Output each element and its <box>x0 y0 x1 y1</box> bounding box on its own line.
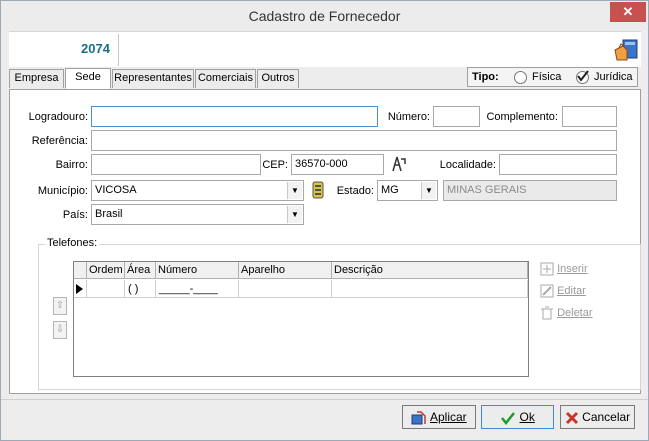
arrow-up-icon: ⇧ <box>55 300 65 311</box>
editar-label: Editar <box>557 284 586 297</box>
cancelar-label: Cancelar <box>582 410 631 424</box>
aplicar-button[interactable]: Aplicar <box>402 405 476 429</box>
header-panel: 2074 <box>9 31 641 67</box>
municipio-lookup-icon[interactable] <box>312 181 324 199</box>
cell-aparelho[interactable] <box>239 280 332 298</box>
cancel-x-icon <box>565 411 578 424</box>
move-up-button[interactable]: ⇧ <box>53 297 67 315</box>
fisica-radio[interactable] <box>514 71 527 84</box>
logradouro-field[interactable] <box>91 106 378 127</box>
tab-comerciais[interactable]: Comerciais <box>195 69 256 88</box>
header-divider <box>118 34 119 66</box>
pais-value: Brasil <box>95 208 123 220</box>
tab-outros[interactable]: Outros <box>257 69 299 88</box>
cell-descricao[interactable] <box>332 280 528 298</box>
insert-icon <box>540 262 554 276</box>
inserir-label: Inserir <box>557 262 588 275</box>
pais-label: País: <box>62 209 88 221</box>
col-descricao[interactable]: Descrição <box>332 262 528 279</box>
ok-label: Ok <box>519 410 535 424</box>
chevron-down-icon[interactable]: ▼ <box>287 182 302 199</box>
referencia-field[interactable] <box>91 130 617 151</box>
tipo-group: Tipo: Física Jurídica <box>467 67 638 87</box>
estado-value: MG <box>381 184 399 196</box>
arrow-down-icon: ⇩ <box>55 324 65 335</box>
tipo-label: Tipo: <box>472 71 499 83</box>
cancelar-button[interactable]: Cancelar <box>560 405 635 429</box>
logradouro-label: Logradouro: <box>28 111 88 123</box>
juridica-radio[interactable] <box>576 70 589 84</box>
chevron-down-icon[interactable]: ▼ <box>287 206 302 223</box>
cep-field[interactable]: 36570-000 <box>291 154 384 175</box>
col-numero[interactable]: Número <box>156 262 239 279</box>
tab-sede[interactable]: Sede <box>65 68 111 89</box>
inserir-button[interactable]: Inserir <box>540 262 588 276</box>
estado-combo[interactable]: MG ▼ <box>377 180 438 201</box>
window-title: Cadastro de Fornecedor <box>248 8 401 24</box>
juridica-label[interactable]: Jurídica <box>594 71 633 83</box>
pais-combo[interactable]: Brasil ▼ <box>91 204 304 225</box>
complemento-label: Complemento: <box>486 111 558 123</box>
chevron-down-icon[interactable]: ▼ <box>421 182 436 199</box>
estado-label: Estado: <box>336 185 374 197</box>
title-bar: Cadastro de Fornecedor ✕ <box>1 1 648 31</box>
col-area[interactable]: Área <box>125 262 156 279</box>
close-button[interactable]: ✕ <box>610 2 646 22</box>
row-pointer-icon <box>76 284 83 294</box>
complemento-field[interactable] <box>562 106 617 127</box>
fisica-label[interactable]: Física <box>532 71 561 83</box>
cep-label: CEP: <box>262 159 288 171</box>
tab-representantes[interactable]: Representantes <box>112 69 194 88</box>
cell-ordem[interactable] <box>87 280 125 298</box>
tab-empresa[interactable]: Empresa <box>9 69 64 88</box>
telefones-title: Telefones: <box>45 237 100 249</box>
telefones-grid[interactable]: Ordem Área Número Aparelho Descrição ( )… <box>73 261 529 377</box>
numero-field[interactable] <box>433 106 480 127</box>
estado-nome-field: MINAS GERAIS <box>443 180 617 201</box>
municipio-label: Município: <box>37 185 88 197</box>
window: Cadastro de Fornecedor ✕ 2074 Empresa Se… <box>0 0 649 441</box>
col-ordem[interactable]: Ordem <box>87 262 125 279</box>
move-down-button[interactable]: ⇩ <box>53 321 67 339</box>
hand-card-icon[interactable] <box>613 36 641 64</box>
col-aparelho[interactable]: Aparelho <box>239 262 332 279</box>
localidade-label: Localidade: <box>439 159 496 171</box>
aplicar-label: Aplicar <box>429 410 467 424</box>
localidade-field[interactable] <box>499 154 617 175</box>
apply-icon <box>411 411 427 425</box>
cell-area[interactable]: ( ) <box>125 280 156 298</box>
bairro-field[interactable] <box>91 154 261 175</box>
footer-divider <box>1 399 648 400</box>
grid-indicator-header <box>74 262 87 279</box>
cell-numero[interactable]: _____-____ <box>156 280 239 298</box>
ok-button[interactable]: Ok <box>481 405 554 429</box>
referencia-label: Referência: <box>31 135 88 147</box>
numero-label: Número: <box>387 111 430 123</box>
municipio-combo[interactable]: VICOSA ▼ <box>91 180 304 201</box>
municipio-value: VICOSA <box>95 184 137 196</box>
editar-button[interactable]: Editar <box>540 284 586 298</box>
deletar-label: Deletar <box>557 306 593 319</box>
trash-icon <box>541 306 553 320</box>
check-icon <box>577 70 589 82</box>
checkmark-icon <box>501 412 516 425</box>
cep-search-icon[interactable] <box>391 155 407 173</box>
edit-icon <box>540 284 554 298</box>
row-indicator <box>74 280 87 298</box>
bairro-label: Bairro: <box>55 159 88 171</box>
record-code: 2074 <box>81 41 110 56</box>
deletar-button[interactable]: Deletar <box>540 306 593 320</box>
